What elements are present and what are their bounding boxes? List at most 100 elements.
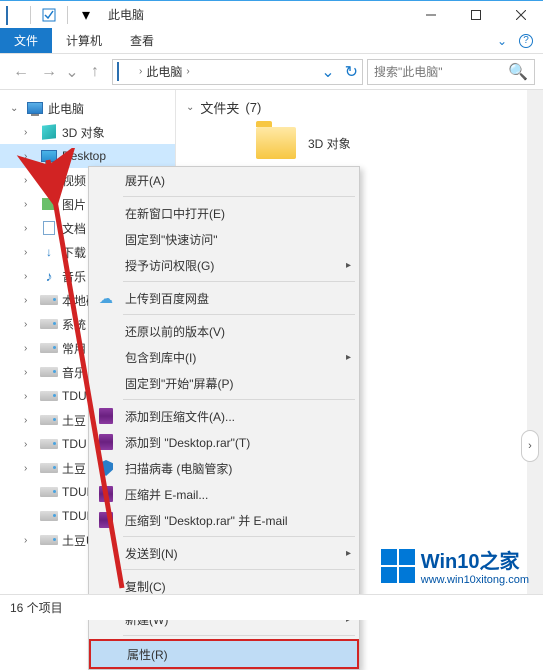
tree-root-label: 此电脑 (48, 100, 84, 117)
app-icon (6, 7, 22, 23)
tree-item-desktop[interactable]: › Desktop (0, 144, 175, 168)
ctx-send-to[interactable]: 发送到(N)▸ (89, 540, 359, 566)
scroll-right-button[interactable]: › (521, 430, 539, 462)
drive-icon (40, 315, 58, 333)
qat-checkbox-icon[interactable] (39, 5, 59, 25)
close-button[interactable] (498, 1, 543, 29)
up-button[interactable]: ↑ (82, 59, 108, 85)
tree-root[interactable]: ⌄ 此电脑 (0, 96, 175, 120)
ctx-expand[interactable]: 展开(A) (89, 167, 359, 193)
tree-item-3d[interactable]: › 3D 对象 (0, 120, 175, 144)
breadcrumb-dropdown-icon[interactable]: ⌄ (321, 62, 334, 82)
ctx-include-library[interactable]: 包含到库中(I)▸ (89, 344, 359, 370)
refresh-icon[interactable]: ↻ (345, 62, 358, 82)
watermark: Win10之家 www.win10xitong.com (381, 545, 529, 586)
qat-divider-2 (67, 6, 68, 24)
ctx-rar-add[interactable]: 添加到压缩文件(A)... (89, 403, 359, 429)
tree-label: Desktop (62, 149, 106, 163)
drive-icon (40, 483, 58, 501)
chevron-right-icon[interactable]: › (24, 127, 36, 138)
qat-divider (30, 6, 31, 24)
drive-icon (40, 387, 58, 405)
breadcrumb-pc-icon (117, 63, 135, 81)
drive-icon (40, 435, 58, 453)
ctx-open-new-window[interactable]: 在新窗口中打开(E) (89, 200, 359, 226)
search-input[interactable]: 搜索"此电脑" 🔍 (367, 59, 535, 85)
pc-icon (26, 99, 44, 117)
tree-label: 土豆 (62, 460, 86, 477)
ribbon-expand-icon[interactable]: ⌄ (497, 34, 507, 48)
ctx-baidu-upload[interactable]: ☁上传到百度网盘 (89, 285, 359, 311)
folder-label: 3D 对象 (308, 135, 351, 152)
ctx-rar-add-to[interactable]: 添加到 "Desktop.rar"(T) (89, 429, 359, 455)
window-title: 此电脑 (108, 6, 144, 23)
rar-icon (97, 433, 115, 451)
ctx-restore-versions[interactable]: 还原以前的版本(V) (89, 318, 359, 344)
ctx-pin-start[interactable]: 固定到"开始"屏幕(P) (89, 370, 359, 396)
breadcrumb[interactable]: › 此电脑 › ⌄ ↻ (112, 59, 363, 85)
ctx-separator (123, 281, 355, 282)
ribbon-tabs: 文件 计算机 查看 ⌄ ? (0, 28, 543, 54)
desktop-icon (40, 147, 58, 165)
watermark-text: Win10之家 www.win10xitong.com (421, 545, 529, 586)
breadcrumb-chevron-2[interactable]: › (186, 66, 189, 77)
maximize-button[interactable] (453, 1, 498, 29)
ctx-properties[interactable]: 属性(R) (89, 639, 359, 669)
drive-icon (40, 531, 58, 549)
drive-icon (40, 411, 58, 429)
rar-icon (97, 485, 115, 503)
back-button[interactable]: ← (8, 59, 34, 85)
status-count: 16 个项目 (10, 599, 63, 616)
tree-label: TDU (62, 437, 87, 451)
tree-label: 视频 (62, 172, 86, 189)
tree-label: 常用 (62, 340, 86, 357)
folder-item[interactable]: 3D 对象 (186, 127, 533, 159)
ctx-separator (123, 196, 355, 197)
nav-bar: ← → ⌄ ↑ › 此电脑 › ⌄ ↻ 搜索"此电脑" 🔍 (0, 54, 543, 90)
tree-label: 图片 (62, 196, 86, 213)
chevron-down-icon[interactable]: ⌄ (186, 102, 194, 113)
window-controls (408, 1, 543, 29)
qat-dropdown-icon[interactable]: ▾ (76, 5, 96, 25)
watermark-url: www.win10xitong.com (421, 574, 529, 586)
ctx-separator (123, 635, 355, 636)
shield-icon (97, 459, 115, 477)
tree-label: 土豆 (62, 412, 86, 429)
drive-icon (40, 507, 58, 525)
ctx-pin-quick-access[interactable]: 固定到"快速访问" (89, 226, 359, 252)
download-icon: ↓ (40, 243, 58, 261)
tab-file[interactable]: 文件 (0, 28, 52, 53)
tree-label: 系统 (62, 316, 86, 333)
windows-logo-icon (381, 549, 415, 583)
tab-view[interactable]: 查看 (116, 28, 168, 53)
ctx-grant-access[interactable]: 授予访问权限(G)▸ (89, 252, 359, 278)
help-icon[interactable]: ? (519, 34, 533, 48)
tree-label: 3D 对象 (62, 124, 105, 141)
tab-computer[interactable]: 计算机 (52, 28, 116, 53)
drive-icon (40, 363, 58, 381)
ctx-separator (123, 399, 355, 400)
title-bar-left: ▾ 此电脑 (0, 5, 144, 25)
breadcrumb-chevron-1[interactable]: › (139, 66, 142, 77)
forward-button[interactable]: → (36, 59, 62, 85)
rar-icon (97, 511, 115, 529)
ctx-scan-virus[interactable]: 扫描病毒 (电脑管家) (89, 455, 359, 481)
breadcrumb-location[interactable]: 此电脑 (146, 63, 182, 80)
document-icon (40, 219, 58, 237)
submenu-arrow-icon: ▸ (346, 548, 351, 559)
cloud-icon: ☁ (97, 289, 115, 307)
chevron-right-icon[interactable]: › (24, 151, 36, 162)
ctx-rar-email[interactable]: 压缩并 E-mail... (89, 481, 359, 507)
ctx-separator (123, 314, 355, 315)
music-icon: ♪ (40, 267, 58, 285)
minimize-button[interactable] (408, 1, 453, 29)
ctx-rar-email-to[interactable]: 压缩到 "Desktop.rar" 并 E-mail (89, 507, 359, 533)
tree-label: TDU (62, 389, 87, 403)
recent-dropdown[interactable]: ⌄ (64, 59, 80, 85)
chevron-down-icon[interactable]: ⌄ (10, 103, 22, 114)
section-header[interactable]: ⌄ 文件夹 (7) (186, 98, 533, 117)
tree-label: 文档 (62, 220, 86, 237)
title-bar: ▾ 此电脑 (0, 0, 543, 28)
video-icon (40, 171, 58, 189)
tree-label: 下载 (62, 244, 86, 261)
